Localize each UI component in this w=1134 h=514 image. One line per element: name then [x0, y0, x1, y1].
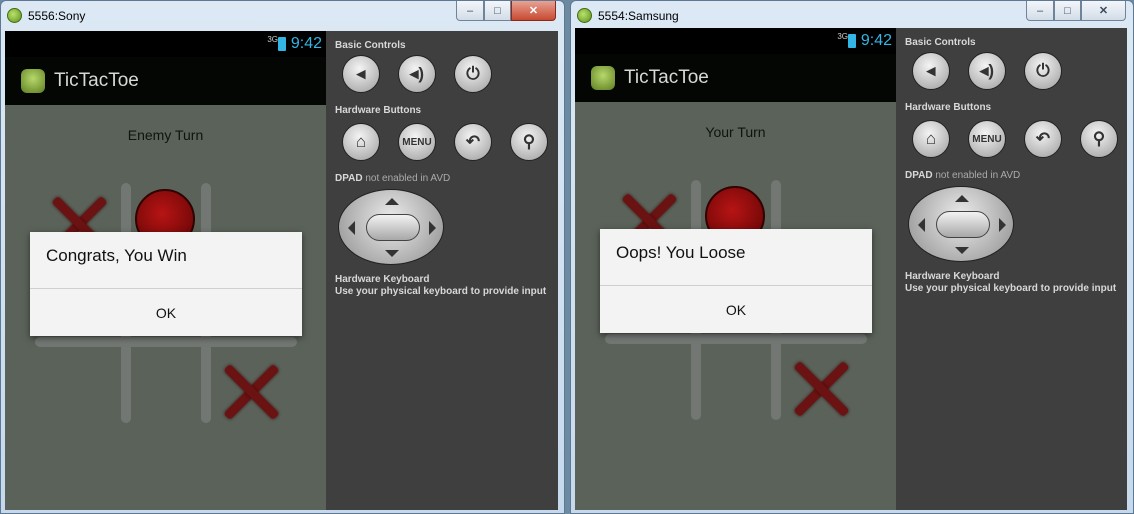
home-icon[interactable]: ⌂ [912, 120, 950, 158]
basic-controls-label: Basic Controls [335, 40, 406, 51]
volume-down-icon[interactable]: ◂ [912, 52, 950, 90]
dpad-center-button[interactable] [366, 214, 420, 241]
dpad-up-icon[interactable] [955, 195, 969, 202]
back-icon[interactable]: ↶ [454, 123, 492, 161]
dpad-title: DPAD [905, 170, 933, 181]
android-app-icon [591, 66, 615, 90]
battery-icon [848, 34, 856, 48]
close-button[interactable]: ✕ [511, 1, 556, 21]
power-icon[interactable]: ⏻ [454, 55, 492, 93]
dpad-down-icon[interactable] [955, 247, 969, 254]
emulator-body: 3G 9:42 TicTacToe Enemy Turn Congrats, Y… [5, 31, 558, 510]
close-button[interactable]: ✕ [1081, 1, 1126, 21]
keyboard-note: Use your physical keyboard to provide in… [335, 286, 547, 297]
result-dialog: Oops! You Loose OK [600, 229, 872, 333]
ok-button[interactable]: OK [600, 286, 872, 333]
status-bar: 3G 9:42 [5, 31, 326, 57]
volume-up-icon[interactable]: ◂) [968, 52, 1006, 90]
battery-icon [278, 37, 286, 51]
window-titlebar[interactable]: 5556:Sony – □ ✕ [1, 1, 564, 31]
dpad-title: DPAD [335, 173, 363, 184]
window-title: 5556:Sony [28, 9, 86, 23]
menu-button[interactable]: MENU [968, 120, 1006, 158]
dpad-note: not enabled in AVD [935, 170, 1021, 181]
emulator-window-sony: 5556:Sony – □ ✕ 3G 9:42 TicTacToe Enemy … [0, 0, 565, 514]
maximize-button[interactable]: □ [1054, 1, 1081, 21]
device-screen[interactable]: 3G 9:42 TicTacToe Your Turn Oops! You Lo… [575, 28, 896, 510]
signal-icon: 3G [837, 32, 848, 41]
status-time: 9:42 [860, 32, 892, 49]
hardware-buttons-label: Hardware Buttons [905, 102, 992, 113]
dialog-message: Congrats, You Win [46, 246, 187, 265]
window-titlebar[interactable]: 5554:Samsung – □ ✕ [571, 1, 1133, 31]
dpad-right-icon[interactable] [999, 218, 1006, 232]
action-bar: TicTacToe [5, 57, 326, 105]
minimize-button[interactable]: – [456, 1, 484, 21]
window-title: 5554:Samsung [598, 9, 679, 23]
maximize-button[interactable]: □ [484, 1, 511, 21]
back-icon[interactable]: ↶ [1024, 120, 1062, 158]
dpad-label: DPAD not enabled in AVD [905, 170, 1020, 181]
emulator-controls: Basic Controls ◂ ◂) ⏻ Hardware Buttons ⌂… [326, 31, 558, 510]
keyboard-note: Use your physical keyboard to provide in… [905, 283, 1117, 294]
app-title: TicTacToe [624, 67, 709, 88]
minimize-button[interactable]: – [1026, 1, 1054, 21]
power-icon[interactable]: ⏻ [1024, 52, 1062, 90]
emulator-icon [7, 8, 22, 23]
dpad[interactable] [908, 186, 1014, 262]
dpad-note: not enabled in AVD [365, 173, 451, 184]
dpad-right-icon[interactable] [429, 221, 436, 235]
search-icon[interactable]: ⚲ [510, 123, 548, 161]
keyboard-title: Hardware Keyboard [335, 274, 430, 285]
dpad-left-icon[interactable] [348, 221, 355, 235]
menu-button[interactable]: MENU [398, 123, 436, 161]
action-bar: TicTacToe [575, 54, 896, 102]
hardware-buttons-label: Hardware Buttons [335, 105, 422, 116]
dpad-left-icon[interactable] [918, 218, 925, 232]
dialog-message: Oops! You Loose [616, 243, 746, 262]
status-time: 9:42 [290, 35, 322, 52]
emulator-window-samsung: 5554:Samsung – □ ✕ 3G 9:42 TicTacToe You… [570, 0, 1134, 514]
board-line [35, 337, 297, 347]
app-title: TicTacToe [54, 70, 139, 91]
x-mark[interactable] [791, 358, 851, 418]
android-app-icon [21, 69, 45, 93]
volume-up-icon[interactable]: ◂) [398, 55, 436, 93]
basic-controls-label: Basic Controls [905, 37, 976, 48]
dpad[interactable] [338, 189, 444, 265]
search-icon[interactable]: ⚲ [1080, 120, 1118, 158]
dpad-label: DPAD not enabled in AVD [335, 173, 450, 184]
emulator-controls: Basic Controls ◂ ◂) ⏻ Hardware Buttons ⌂… [896, 28, 1127, 510]
device-screen[interactable]: 3G 9:42 TicTacToe Enemy Turn Congrats, Y… [5, 31, 326, 510]
ok-button[interactable]: OK [30, 289, 302, 336]
signal-icon: 3G [267, 35, 278, 44]
home-icon[interactable]: ⌂ [342, 123, 380, 161]
dpad-down-icon[interactable] [385, 250, 399, 257]
result-dialog: Congrats, You Win OK [30, 232, 302, 336]
emulator-icon [577, 8, 592, 23]
dpad-center-button[interactable] [936, 211, 990, 238]
board-line [605, 334, 867, 344]
dpad-up-icon[interactable] [385, 198, 399, 205]
keyboard-title: Hardware Keyboard [905, 271, 1000, 282]
x-mark[interactable] [221, 361, 281, 421]
emulator-body: 3G 9:42 TicTacToe Your Turn Oops! You Lo… [575, 28, 1127, 510]
volume-down-icon[interactable]: ◂ [342, 55, 380, 93]
status-bar: 3G 9:42 [575, 28, 896, 54]
